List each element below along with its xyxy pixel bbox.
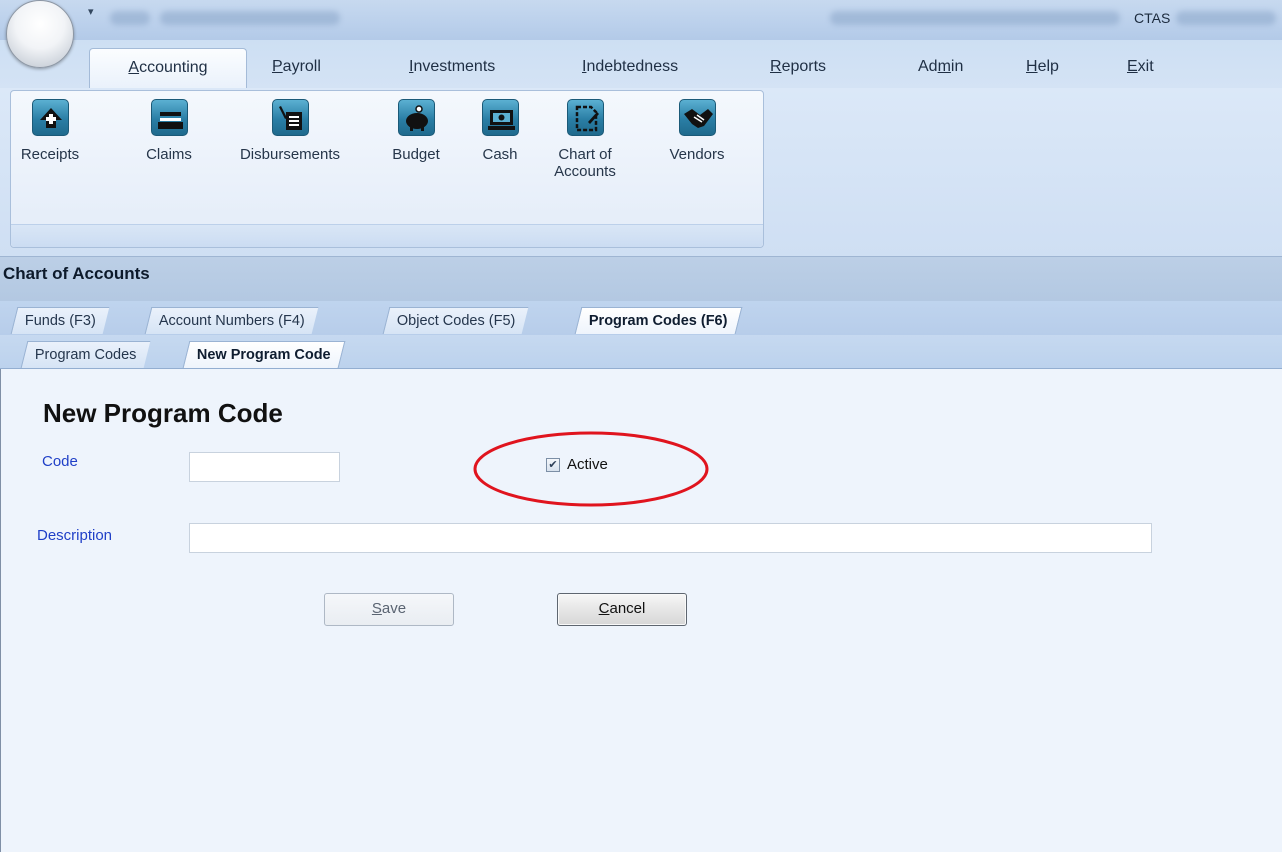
save-button[interactable]: Save bbox=[324, 593, 454, 626]
subtab-new-program-code[interactable]: New Program Code bbox=[182, 341, 346, 368]
receipts-icon bbox=[31, 99, 69, 136]
cash-button[interactable]: Cash bbox=[473, 99, 527, 163]
code-input[interactable] bbox=[189, 452, 340, 482]
ribbon-tab-indebtedness[interactable]: Indebtedness bbox=[582, 58, 678, 76]
tab-account-numbers[interactable]: Account Numbers (F4) bbox=[144, 307, 319, 334]
receipts-button[interactable]: Receipts bbox=[17, 99, 83, 163]
blurred-window-caption-suffix bbox=[1176, 11, 1276, 25]
ribbon-tab-admin[interactable]: Admin bbox=[918, 58, 963, 76]
description-input[interactable] bbox=[189, 523, 1152, 553]
ribbon-tab-help[interactable]: Help bbox=[1026, 58, 1059, 76]
blurred-window-caption bbox=[830, 11, 1120, 25]
description-label: Description bbox=[37, 527, 113, 544]
cancel-button[interactable]: Cancel bbox=[557, 593, 687, 626]
chart-of-accounts-button[interactable]: Chart of Accounts bbox=[543, 99, 627, 180]
disbursements-icon bbox=[271, 99, 309, 136]
tab-funds[interactable]: Funds (F3) bbox=[10, 307, 110, 334]
group-footer bbox=[11, 224, 763, 247]
tab-program-codes[interactable]: Program Codes (F6) bbox=[574, 307, 742, 334]
ribbon-tab-investments[interactable]: Investments bbox=[409, 58, 495, 76]
ribbon-tab-accounting[interactable]: Accounting bbox=[89, 48, 247, 90]
section-title: Chart of Accounts bbox=[3, 264, 150, 283]
vendors-button[interactable]: Vendors bbox=[663, 99, 731, 163]
piggy-bank-icon bbox=[397, 99, 435, 136]
ribbon-tab-payroll[interactable]: Payroll bbox=[272, 58, 321, 76]
quick-access-dropdown-icon[interactable]: ▾ bbox=[88, 5, 94, 18]
sub-tab-strip: Program Codes New Program Code bbox=[0, 335, 1282, 369]
cash-icon bbox=[481, 99, 519, 136]
tab-object-codes[interactable]: Object Codes (F5) bbox=[382, 307, 529, 334]
budget-button[interactable]: Budget bbox=[385, 99, 447, 163]
ribbon-tab-bar: Accounting Payroll Investments Indebtedn… bbox=[0, 40, 1282, 90]
claims-button[interactable]: Claims bbox=[138, 99, 200, 163]
highlight-annotation-ellipse bbox=[473, 431, 709, 507]
title-bar: ▾ CTAS bbox=[0, 0, 1282, 40]
quick-access-toolbar bbox=[110, 11, 150, 25]
ribbon-panel: Receipts Claims Disbursements Budget Cas… bbox=[0, 88, 1282, 257]
app-title: CTAS bbox=[1134, 10, 1171, 26]
accounting-group: Receipts Claims Disbursements Budget Cas… bbox=[10, 90, 764, 248]
disbursements-button[interactable]: Disbursements bbox=[216, 99, 364, 163]
subtab-program-codes[interactable]: Program Codes bbox=[20, 341, 150, 368]
code-label: Code bbox=[42, 453, 78, 470]
main-tab-strip: Funds (F3) Account Numbers (F4) Object C… bbox=[0, 301, 1282, 336]
handshake-icon bbox=[678, 99, 716, 136]
claims-icon bbox=[150, 99, 188, 136]
form-title: New Program Code bbox=[43, 398, 283, 428]
application-menu-button[interactable] bbox=[6, 0, 74, 68]
ribbon-tab-exit[interactable]: Exit bbox=[1127, 58, 1154, 76]
chart-of-accounts-icon bbox=[566, 99, 604, 136]
section-header: Chart of Accounts bbox=[0, 257, 1282, 301]
ribbon-tab-reports[interactable]: Reports bbox=[770, 58, 826, 76]
blurred-window-path bbox=[160, 11, 340, 25]
